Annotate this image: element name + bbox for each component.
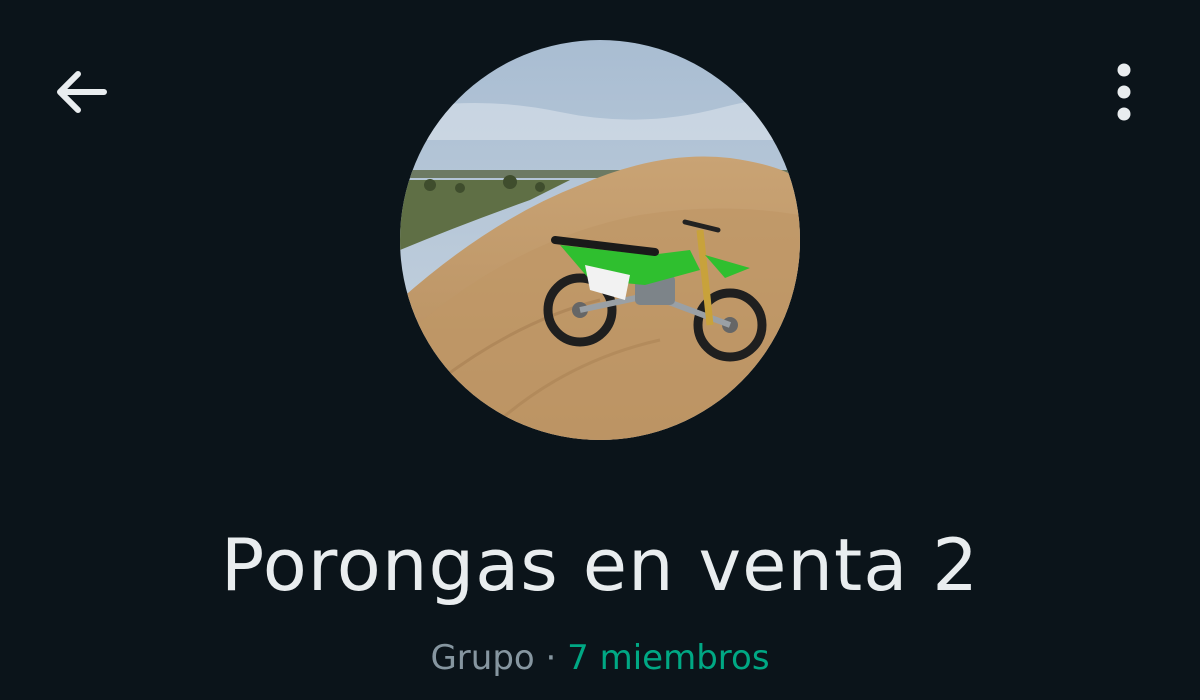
back-button[interactable] xyxy=(48,62,112,126)
arrow-left-icon xyxy=(52,68,108,120)
members-count-link[interactable]: 7 miembros xyxy=(567,638,769,678)
dirt-bike-image xyxy=(400,40,800,440)
more-vertical-icon xyxy=(1114,62,1134,126)
group-subtitle: Grupo · 7 miembros xyxy=(0,632,1200,684)
subtitle-separator: · xyxy=(534,638,568,678)
group-avatar[interactable] xyxy=(400,40,800,440)
group-type-label: Grupo xyxy=(430,638,535,678)
group-name: Porongas en venta 2 xyxy=(220,523,980,607)
group-info-screen: Porongas en venta 2 Grupo · 7 miembros xyxy=(0,0,1200,700)
more-options-button[interactable] xyxy=(1096,62,1152,126)
